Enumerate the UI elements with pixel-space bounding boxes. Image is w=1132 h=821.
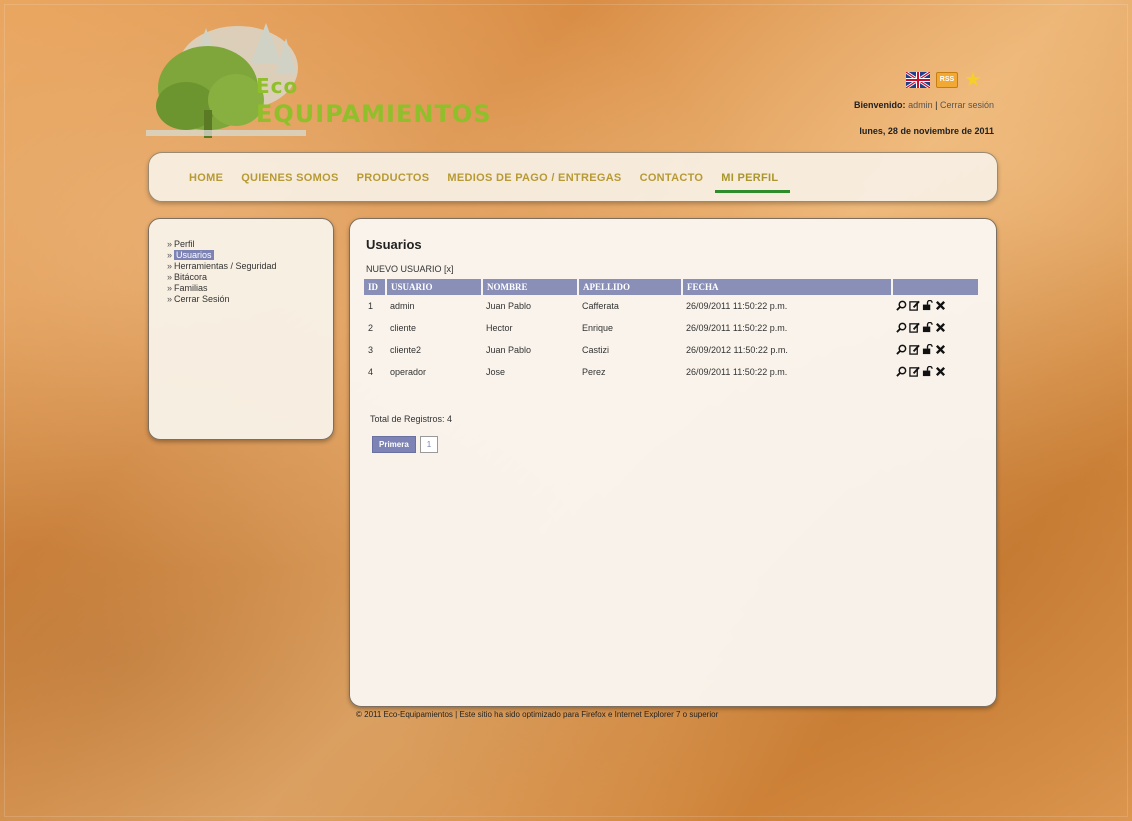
sidebar-item-perfil[interactable]: » Perfil	[167, 239, 277, 250]
view-icon[interactable]	[896, 366, 907, 379]
nav-productos[interactable]: PRODUCTOS	[357, 172, 430, 184]
footer: © 2011 Eco-Equipamientos | Este sitio ha…	[356, 710, 719, 719]
table-header-row: ID USUARIO NOMBRE APELLIDO FECHA	[364, 279, 978, 295]
new-user-link[interactable]: NUEVO USUARIO [x]	[366, 264, 454, 274]
unlock-icon[interactable]	[922, 343, 933, 357]
col-actions	[892, 279, 978, 295]
cell-apellido: Cafferata	[582, 301, 619, 311]
nav-mi-perfil[interactable]: MI PERFIL	[715, 172, 791, 193]
cell-usuario: operador	[390, 367, 427, 377]
welcome-label: Bienvenido:	[854, 100, 906, 110]
table-row: 2 cliente Hector Enrique 26/09/2011 11:50:22…	[364, 317, 978, 339]
sidebar-item-label: Cerrar Sesión	[174, 294, 230, 304]
cell-apellido: Perez	[582, 367, 606, 377]
col-usuario[interactable]: USUARIO	[386, 279, 483, 295]
col-apellido[interactable]: APELLIDO	[578, 279, 683, 295]
sidebar-item-label: Perfil	[174, 239, 195, 249]
cell-nombre: Juan Pablo	[486, 345, 532, 355]
cell-nombre: Jose	[486, 367, 506, 377]
cell-nombre: Juan Pablo	[486, 301, 532, 311]
cell-id: 1	[368, 301, 374, 311]
main-panel: Usuarios NUEVO USUARIO [x] ID USUARIO NO…	[349, 218, 997, 707]
delete-icon[interactable]	[935, 322, 946, 335]
rss-icon[interactable]: RSS	[936, 72, 958, 88]
page-1-button[interactable]: 1	[419, 436, 439, 453]
nav-contacto[interactable]: CONTACTO	[640, 172, 704, 184]
sidebar-item-label: Usuarios	[174, 250, 214, 260]
username: admin	[908, 100, 933, 110]
cell-actions	[892, 317, 978, 339]
cell-fecha: 26/09/2011 11:50:22 p.m.	[686, 323, 788, 333]
sidebar-item-usuarios[interactable]: » Usuarios	[167, 250, 277, 261]
cell-fecha: 26/09/2011 11:50:22 p.m.	[686, 301, 788, 311]
total-records: Total de Registros: 4	[370, 414, 453, 424]
separator: |	[935, 100, 938, 110]
cell-usuario: cliente	[390, 323, 417, 333]
sidebar-item-label: Herramientas / Seguridad	[174, 261, 277, 271]
sidebar-item-label: Bitácora	[174, 272, 208, 282]
edit-icon[interactable]	[909, 322, 920, 335]
current-date: lunes, 28 de noviembre de 2011	[859, 126, 994, 136]
main-nav: HOME QUIENES SOMOS PRODUCTOS MEDIOS DE P…	[148, 152, 998, 202]
cell-fecha: 26/09/2011 11:50:22 p.m.	[686, 367, 788, 377]
cell-id: 4	[368, 367, 374, 377]
brand-line-1: Eco	[256, 74, 299, 98]
col-nombre[interactable]: NOMBRE	[482, 279, 579, 295]
first-page-button[interactable]: Primera	[372, 436, 416, 453]
delete-icon[interactable]	[935, 344, 946, 357]
cell-usuario: cliente2	[390, 345, 422, 355]
cell-id: 2	[368, 323, 374, 333]
edit-icon[interactable]	[909, 300, 920, 313]
cell-nombre: Hector	[486, 323, 513, 333]
unlock-icon[interactable]	[922, 365, 933, 379]
view-icon[interactable]	[896, 322, 907, 335]
edit-icon[interactable]	[909, 344, 920, 357]
delete-icon[interactable]	[935, 300, 946, 313]
cell-apellido: Enrique	[582, 323, 614, 333]
users-table: ID USUARIO NOMBRE APELLIDO FECHA 1 admin J…	[364, 279, 978, 383]
sidebar-item-herramientas[interactable]: » Herramientas / Seguridad	[167, 261, 277, 272]
cell-fecha: 26/09/2012 11:50:22 p.m.	[686, 345, 788, 355]
table-row: 3 cliente2 Juan Pablo Castizi 26/09/2012 11:…	[364, 339, 978, 361]
unlock-icon[interactable]	[922, 299, 933, 313]
tree-logo-icon	[146, 23, 306, 138]
view-icon[interactable]	[896, 300, 907, 313]
cell-actions	[892, 361, 978, 383]
sidebar-item-label: Familias	[174, 283, 208, 293]
table-row: 4 operador Jose Perez 26/09/2011 11:50:22 p.…	[364, 361, 978, 383]
delete-icon[interactable]	[935, 366, 946, 379]
welcome-line: Bienvenido: admin | Cerrar sesión	[854, 100, 994, 110]
col-fecha[interactable]: FECHA	[682, 279, 893, 295]
top-icons: RSS ★	[906, 70, 982, 90]
cell-actions	[892, 295, 978, 317]
brand-line-2: EQUIPAMIENTOS	[256, 100, 492, 128]
logo[interactable]	[146, 18, 466, 148]
col-id[interactable]: ID	[364, 279, 387, 295]
edit-icon[interactable]	[909, 366, 920, 379]
unlock-icon[interactable]	[922, 321, 933, 335]
uk-flag-icon[interactable]	[906, 72, 930, 88]
sidebar: » Perfil » Usuarios » Herramientas / Seguri…	[148, 218, 334, 440]
sidebar-item-cerrar-sesion[interactable]: » Cerrar Sesión	[167, 294, 277, 305]
nav-quienes-somos[interactable]: QUIENES SOMOS	[241, 172, 338, 184]
sidebar-item-bitacora[interactable]: » Bitácora	[167, 272, 277, 283]
cell-actions	[892, 339, 978, 361]
table-row: 1 admin Juan Pablo Cafferata 26/09/2011 11:5…	[364, 295, 978, 317]
cell-apellido: Castizi	[582, 345, 610, 355]
view-icon[interactable]	[896, 344, 907, 357]
cell-id: 3	[368, 345, 374, 355]
sidebar-item-familias[interactable]: » Familias	[167, 283, 277, 294]
star-icon[interactable]: ★	[964, 70, 982, 90]
page-title: Usuarios	[366, 237, 422, 252]
cell-usuario: admin	[390, 301, 415, 311]
logout-link[interactable]: Cerrar sesión	[940, 100, 994, 110]
nav-home[interactable]: HOME	[189, 172, 223, 184]
pagination: Primera 1	[372, 436, 439, 453]
nav-medios-de-pago[interactable]: MEDIOS DE PAGO / ENTREGAS	[447, 172, 621, 184]
